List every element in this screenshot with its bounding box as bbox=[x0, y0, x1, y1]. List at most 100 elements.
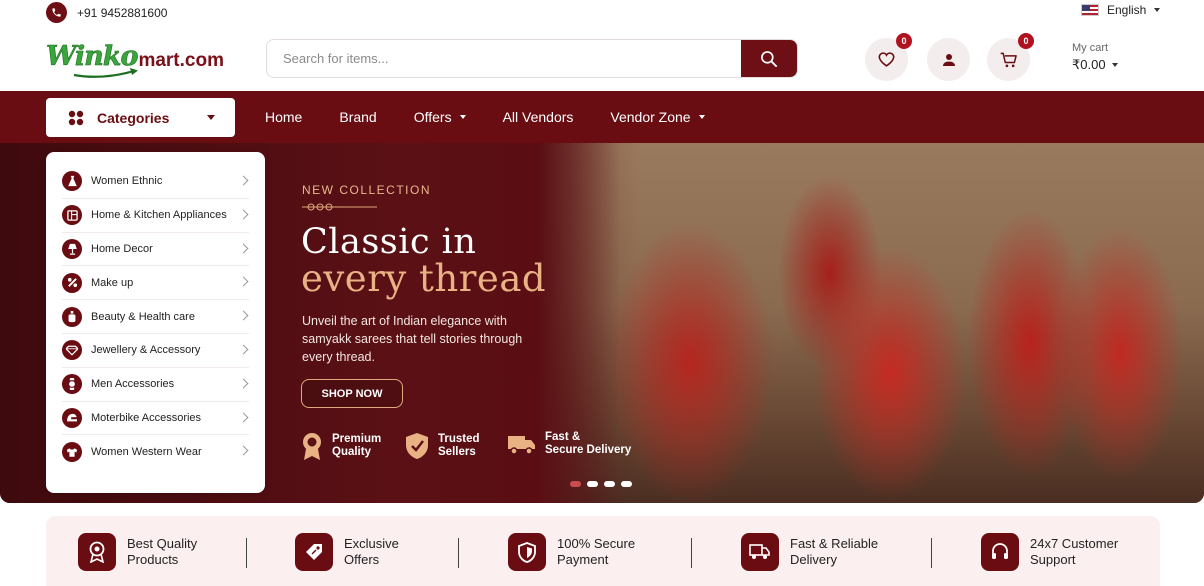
site-logo[interactable]: Winko mart.com bbox=[46, 41, 224, 78]
carousel-dot[interactable] bbox=[570, 481, 581, 487]
tshirt-icon bbox=[62, 442, 82, 463]
cart-label: My cart bbox=[1072, 42, 1109, 54]
feature-line2: Delivery bbox=[790, 552, 837, 567]
category-item-motorbike[interactable]: Moterbike Accessories bbox=[62, 402, 249, 436]
chevron-right-icon bbox=[238, 445, 249, 456]
search-bar bbox=[266, 39, 798, 78]
helmet-icon bbox=[62, 407, 82, 428]
divider bbox=[458, 538, 459, 568]
logo-swoosh-icon bbox=[73, 68, 138, 78]
bottle-icon bbox=[62, 306, 82, 327]
cart-summary[interactable]: My cart ₹0.00 bbox=[1072, 42, 1118, 73]
phone-contact[interactable]: +91 9452881600 bbox=[46, 2, 167, 23]
chevron-down-icon bbox=[698, 115, 705, 119]
hero-feature-trusted: Trusted Sellers bbox=[404, 431, 480, 461]
category-menu: Women Ethnic Home & Kitchen Appliances H… bbox=[46, 152, 265, 493]
nav-item-brand[interactable]: Brand bbox=[339, 109, 376, 125]
feature-line1: Fast & Reliable bbox=[790, 536, 879, 551]
heart-icon bbox=[878, 52, 895, 67]
nav-menu: Home Brand Offers All Vendors Vendor Zon… bbox=[265, 91, 742, 143]
category-label: Moterbike Accessories bbox=[91, 411, 202, 424]
category-label: Make up bbox=[91, 276, 134, 289]
category-label: Men Accessories bbox=[91, 378, 175, 391]
divider bbox=[246, 538, 247, 568]
feature-line1: 24x7 Customer bbox=[1030, 536, 1119, 551]
carousel-dot[interactable] bbox=[587, 481, 598, 487]
top-bar: +91 9452881600 English bbox=[0, 0, 1204, 24]
category-item-women-ethnic[interactable]: Women Ethnic bbox=[62, 165, 249, 199]
nav-item-all-vendors[interactable]: All Vendors bbox=[503, 109, 574, 125]
search-input[interactable] bbox=[267, 40, 743, 77]
cart-icon bbox=[1000, 52, 1017, 67]
logo-mart: mart.com bbox=[138, 50, 224, 71]
hero-description: Unveil the art of Indian elegance with s… bbox=[302, 314, 523, 364]
grid-icon bbox=[68, 110, 84, 125]
cart-button[interactable]: 0 bbox=[987, 33, 1034, 81]
hero-feature-delivery: Fast & Secure Delivery bbox=[507, 431, 631, 457]
nav-label: Vendor Zone bbox=[610, 109, 691, 125]
dress-icon bbox=[62, 171, 82, 192]
category-item-home-decor[interactable]: Home Decor bbox=[62, 233, 249, 267]
category-label: Women Western Wear bbox=[91, 446, 202, 459]
feature-fast-delivery: Fast & Reliable Delivery bbox=[741, 533, 878, 571]
us-flag-icon bbox=[1081, 4, 1099, 16]
category-item-home-kitchen[interactable]: Home & Kitchen Appliances bbox=[62, 199, 249, 233]
feature-line2: Quality bbox=[332, 446, 371, 458]
feature-line1: Premium bbox=[332, 433, 382, 445]
categories-button[interactable]: Categories bbox=[46, 98, 235, 137]
wishlist-button[interactable]: 0 bbox=[865, 33, 912, 81]
feature-customer-support: 24x7 Customer Support bbox=[981, 533, 1118, 571]
category-label: Women Ethnic bbox=[91, 175, 163, 188]
feature-line1: Exclusive bbox=[344, 536, 399, 551]
feature-line1: Trusted bbox=[438, 433, 480, 445]
feature-line1: 100% Secure bbox=[557, 536, 636, 551]
truck-icon bbox=[508, 436, 535, 455]
chevron-right-icon bbox=[238, 344, 249, 355]
carousel-dot[interactable] bbox=[604, 481, 615, 487]
shield-check-icon bbox=[406, 433, 428, 459]
phone-number: +91 9452881600 bbox=[77, 5, 168, 20]
truck-icon bbox=[741, 533, 779, 571]
ornament-divider-icon bbox=[302, 203, 377, 211]
user-icon bbox=[942, 53, 955, 66]
cart-amount: ₹0.00 bbox=[1072, 57, 1106, 72]
feature-secure-payment: 100% Secure Payment bbox=[508, 533, 635, 571]
nav-item-home[interactable]: Home bbox=[265, 109, 302, 125]
nav-item-offers[interactable]: Offers bbox=[414, 109, 466, 125]
chevron-right-icon bbox=[238, 243, 249, 254]
shop-now-button[interactable]: SHOP NOW bbox=[301, 379, 403, 408]
nav-item-vendor-zone[interactable]: Vendor Zone bbox=[610, 109, 705, 125]
quality-badge-icon bbox=[78, 533, 116, 571]
chevron-down-icon bbox=[459, 115, 466, 119]
hero-feature-premium: Premium Quality bbox=[300, 431, 381, 461]
feature-exclusive-offers: Exclusive Offers bbox=[295, 533, 399, 571]
account-button[interactable] bbox=[927, 38, 970, 81]
carousel-dots bbox=[570, 481, 632, 487]
phone-icon bbox=[46, 2, 67, 23]
category-item-women-western[interactable]: Women Western Wear bbox=[62, 435, 249, 469]
language-selector[interactable]: English bbox=[1081, 3, 1161, 17]
divider bbox=[931, 538, 932, 568]
category-item-jewellery[interactable]: Jewellery & Accessory bbox=[62, 334, 249, 368]
feature-line2: Support bbox=[1030, 552, 1076, 567]
makeup-icon bbox=[62, 272, 82, 293]
hero-headline-line1: Classic in bbox=[301, 222, 477, 262]
category-item-make-up[interactable]: Make up bbox=[62, 266, 249, 301]
chevron-right-icon bbox=[238, 209, 249, 220]
feature-line2: Products bbox=[127, 552, 179, 567]
category-item-men-accessories[interactable]: Men Accessories bbox=[62, 368, 249, 402]
category-item-beauty-health[interactable]: Beauty & Health care bbox=[62, 300, 249, 334]
carousel-dot[interactable] bbox=[621, 481, 632, 487]
language-label: English bbox=[1107, 3, 1147, 17]
tag-icon bbox=[295, 533, 333, 571]
wishlist-count-badge: 0 bbox=[896, 33, 912, 49]
nav-label: Offers bbox=[413, 109, 452, 125]
chevron-right-icon bbox=[238, 175, 249, 186]
nav-label: Home bbox=[265, 109, 303, 125]
category-label: Home Decor bbox=[91, 242, 153, 255]
category-label: Jewellery & Accessory bbox=[91, 344, 201, 357]
feature-line2: Sellers bbox=[438, 446, 476, 458]
nav-label: Brand bbox=[339, 109, 377, 125]
search-button[interactable] bbox=[741, 40, 797, 77]
category-label: Beauty & Health care bbox=[91, 310, 195, 323]
